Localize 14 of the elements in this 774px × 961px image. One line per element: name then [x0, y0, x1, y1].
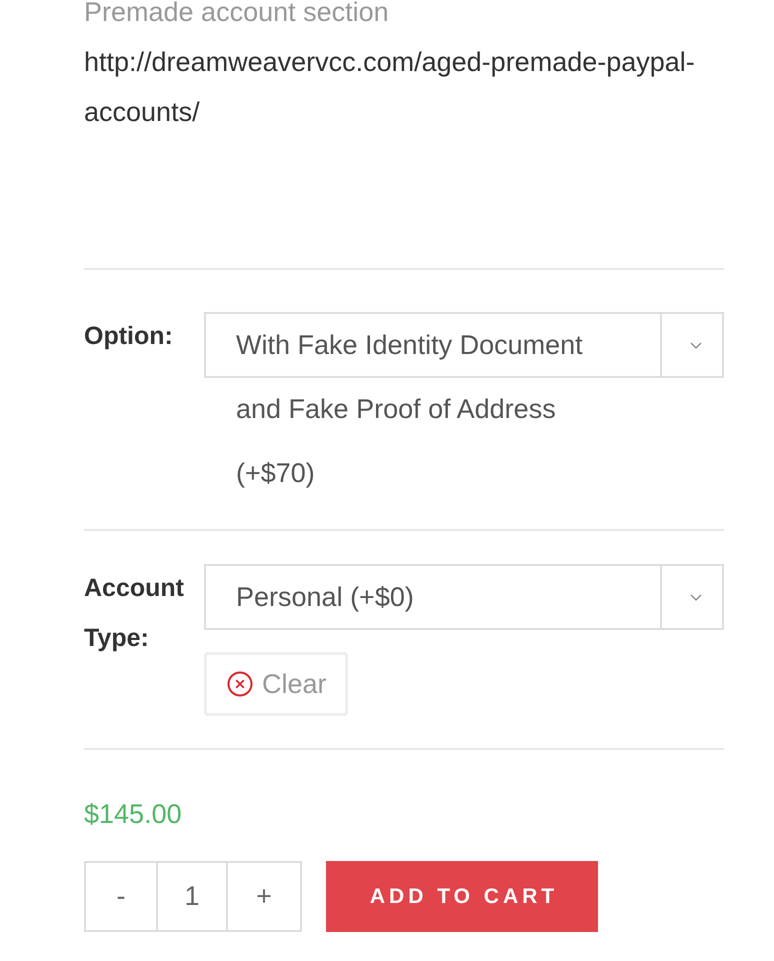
increase-button[interactable]: +	[226, 861, 302, 932]
dropdown-select[interactable]: Personal (+$0)	[204, 564, 724, 630]
section-heading: Premade account section	[84, 0, 390, 29]
quantity-field[interactable]: 1	[156, 861, 228, 932]
field-label: Option:	[84, 321, 174, 352]
decrease-button[interactable]: -	[84, 861, 158, 932]
add-to-cart-button[interactable]: ADD TO CART	[326, 861, 598, 932]
chevron-down-icon	[690, 594, 702, 601]
price-text: $145.00	[84, 798, 183, 831]
url-text: http://dreamweavervcc.com/aged-premade-paypal-accounts/	[84, 46, 696, 129]
clear-icon	[227, 671, 253, 697]
dropdown-select[interactable]: With Fake Identity Document and Fake Proof of Address (+$70)	[204, 312, 724, 505]
field-label: Account Type:	[84, 573, 185, 654]
chevron-down-icon	[690, 342, 702, 349]
